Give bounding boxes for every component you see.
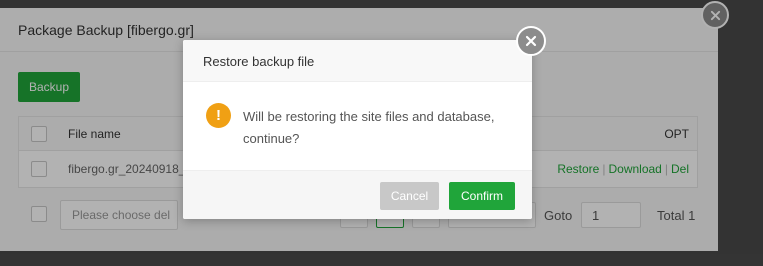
restore-confirm-modal: Restore backup file ! Will be restoring … [183,26,546,219]
warning-icon: ! [206,103,231,128]
confirm-button[interactable]: Confirm [449,182,515,210]
cancel-button[interactable]: Cancel [380,182,439,210]
modal-close-icon[interactable] [516,26,546,56]
modal-header: Restore backup file [183,40,532,82]
modal-title: Restore backup file [203,54,315,69]
modal-footer: Cancel Confirm [183,170,532,219]
modal-message: Will be restoring the site files and dat… [243,109,495,146]
